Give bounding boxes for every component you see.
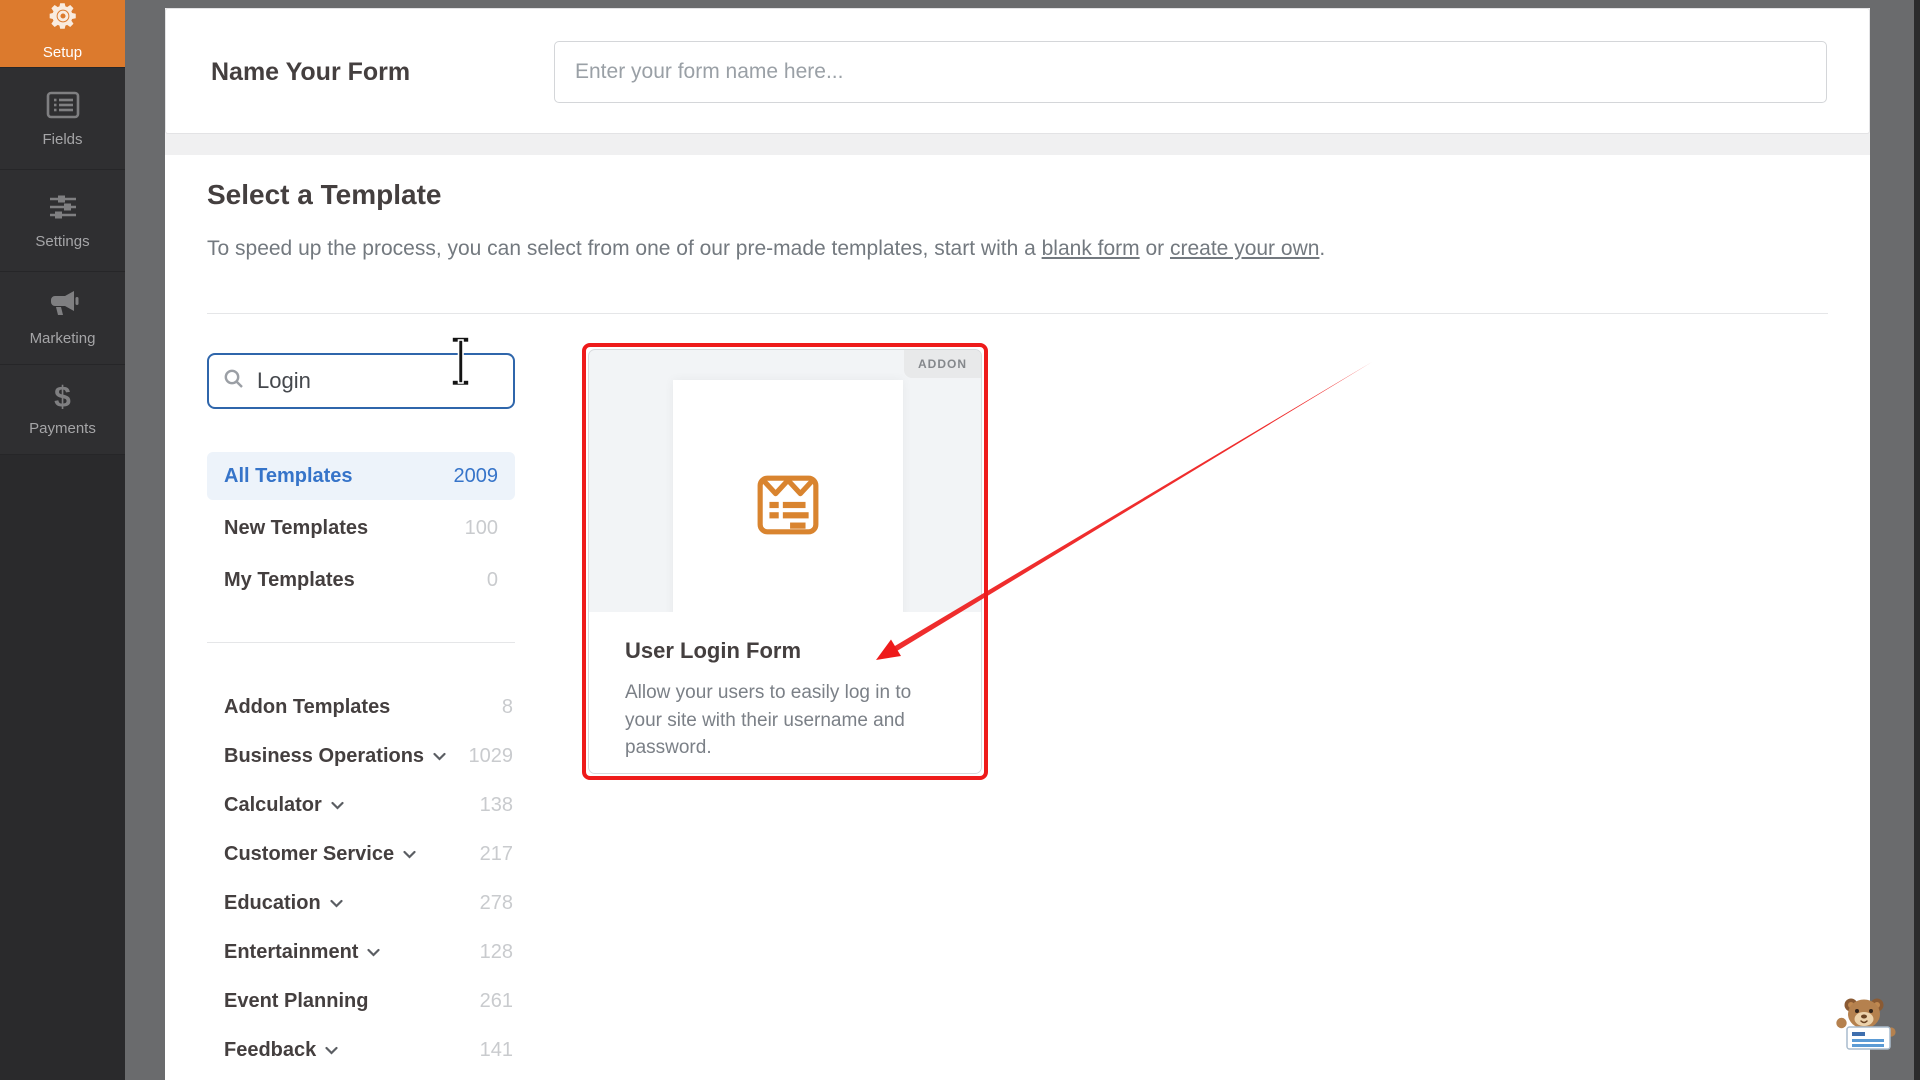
blank-form-link[interactable]: blank form <box>1042 237 1140 260</box>
nav-item-all-templates[interactable]: All Templates 2009 <box>207 452 515 500</box>
category-business-operations[interactable]: Business Operations 1029 <box>207 732 515 781</box>
page-title: Name Your Form <box>211 9 410 135</box>
sidebar-item-label: Settings <box>35 233 89 250</box>
sidebar-item-label: Fields <box>42 131 82 148</box>
addon-badge: ADDON <box>904 350 981 378</box>
template-preview-sheet <box>673 380 903 620</box>
chevron-down-icon <box>403 850 416 859</box>
template-card-user-login-form[interactable]: ADDON User Login Form Allow your users t… <box>588 349 982 774</box>
sidebar-item-settings[interactable]: Settings <box>0 170 125 272</box>
chevron-down-icon <box>325 1046 338 1055</box>
category-calculator[interactable]: Calculator 138 <box>207 781 515 830</box>
sidebar-item-payments[interactable]: $ Payments <box>0 365 125 455</box>
count-badge: 2009 <box>454 465 499 488</box>
setup-panel: Name Your Form Select a Template To spee… <box>165 8 1870 1080</box>
gear-icon <box>46 0 80 37</box>
window-edge-strip <box>1914 0 1920 1080</box>
chevron-down-icon <box>367 948 380 957</box>
category-entertainment[interactable]: Entertainment 128 <box>207 928 515 977</box>
red-annotation-box: ADDON User Login Form Allow your users t… <box>582 343 988 780</box>
chevron-down-icon <box>433 752 446 761</box>
dollar-icon: $ <box>54 383 71 413</box>
chevron-down-icon <box>330 899 343 908</box>
search-icon <box>223 368 244 394</box>
create-your-own-link[interactable]: create your own <box>1170 237 1319 260</box>
sliders-icon <box>46 192 80 226</box>
sidebar-item-label: Payments <box>29 420 96 437</box>
nav-item-new-templates[interactable]: New Templates 100 <box>207 504 515 552</box>
category-customer-service[interactable]: Customer Service 217 <box>207 830 515 879</box>
section-heading: Select a Template <box>207 179 441 211</box>
template-card-text: User Login Form Allow your users to easi… <box>589 612 981 773</box>
form-name-header: Name Your Form <box>165 8 1870 134</box>
template-search-input[interactable]: Login <box>207 353 515 409</box>
builder-sidebar: Setup Fields Settings <box>0 0 125 1080</box>
sidebar-item-marketing[interactable]: Marketing <box>0 272 125 365</box>
category-education[interactable]: Education 278 <box>207 879 515 928</box>
count-badge: 100 <box>465 517 498 540</box>
sidebar-item-setup[interactable]: Setup <box>0 0 125 68</box>
category-list: Addon Templates 8 Business Operations 10… <box>207 683 515 1075</box>
megaphone-icon <box>46 289 80 323</box>
category-event-planning[interactable]: Event Planning 261 <box>207 977 515 1026</box>
list-divider <box>207 642 515 643</box>
category-feedback[interactable]: Feedback 141 <box>207 1026 515 1075</box>
form-name-input[interactable] <box>554 41 1827 103</box>
category-addon-templates[interactable]: Addon Templates 8 <box>207 683 515 732</box>
template-select-section: Select a Template To speed up the proces… <box>165 155 1870 1080</box>
section-description: To speed up the process, you can select … <box>207 237 1325 261</box>
sidebar-filler <box>0 455 125 1079</box>
sidebar-item-label: Marketing <box>30 330 96 347</box>
sidebar-item-fields[interactable]: Fields <box>0 68 125 170</box>
nav-item-my-templates[interactable]: My Templates 0 <box>207 556 515 604</box>
section-divider <box>207 313 1828 314</box>
count-badge: 0 <box>487 569 498 592</box>
sidebar-item-label: Setup <box>43 44 82 61</box>
template-title: User Login Form <box>625 638 953 664</box>
search-query-text: Login <box>257 368 311 394</box>
template-filter-column: Login All Templates 2009 New Templates 1… <box>207 353 515 1075</box>
form-fields-icon <box>46 90 80 124</box>
template-description: Allow your users to easily log in to you… <box>625 679 953 762</box>
chevron-down-icon <box>331 801 344 810</box>
template-nav-list: All Templates 2009 New Templates 100 My … <box>207 452 515 604</box>
